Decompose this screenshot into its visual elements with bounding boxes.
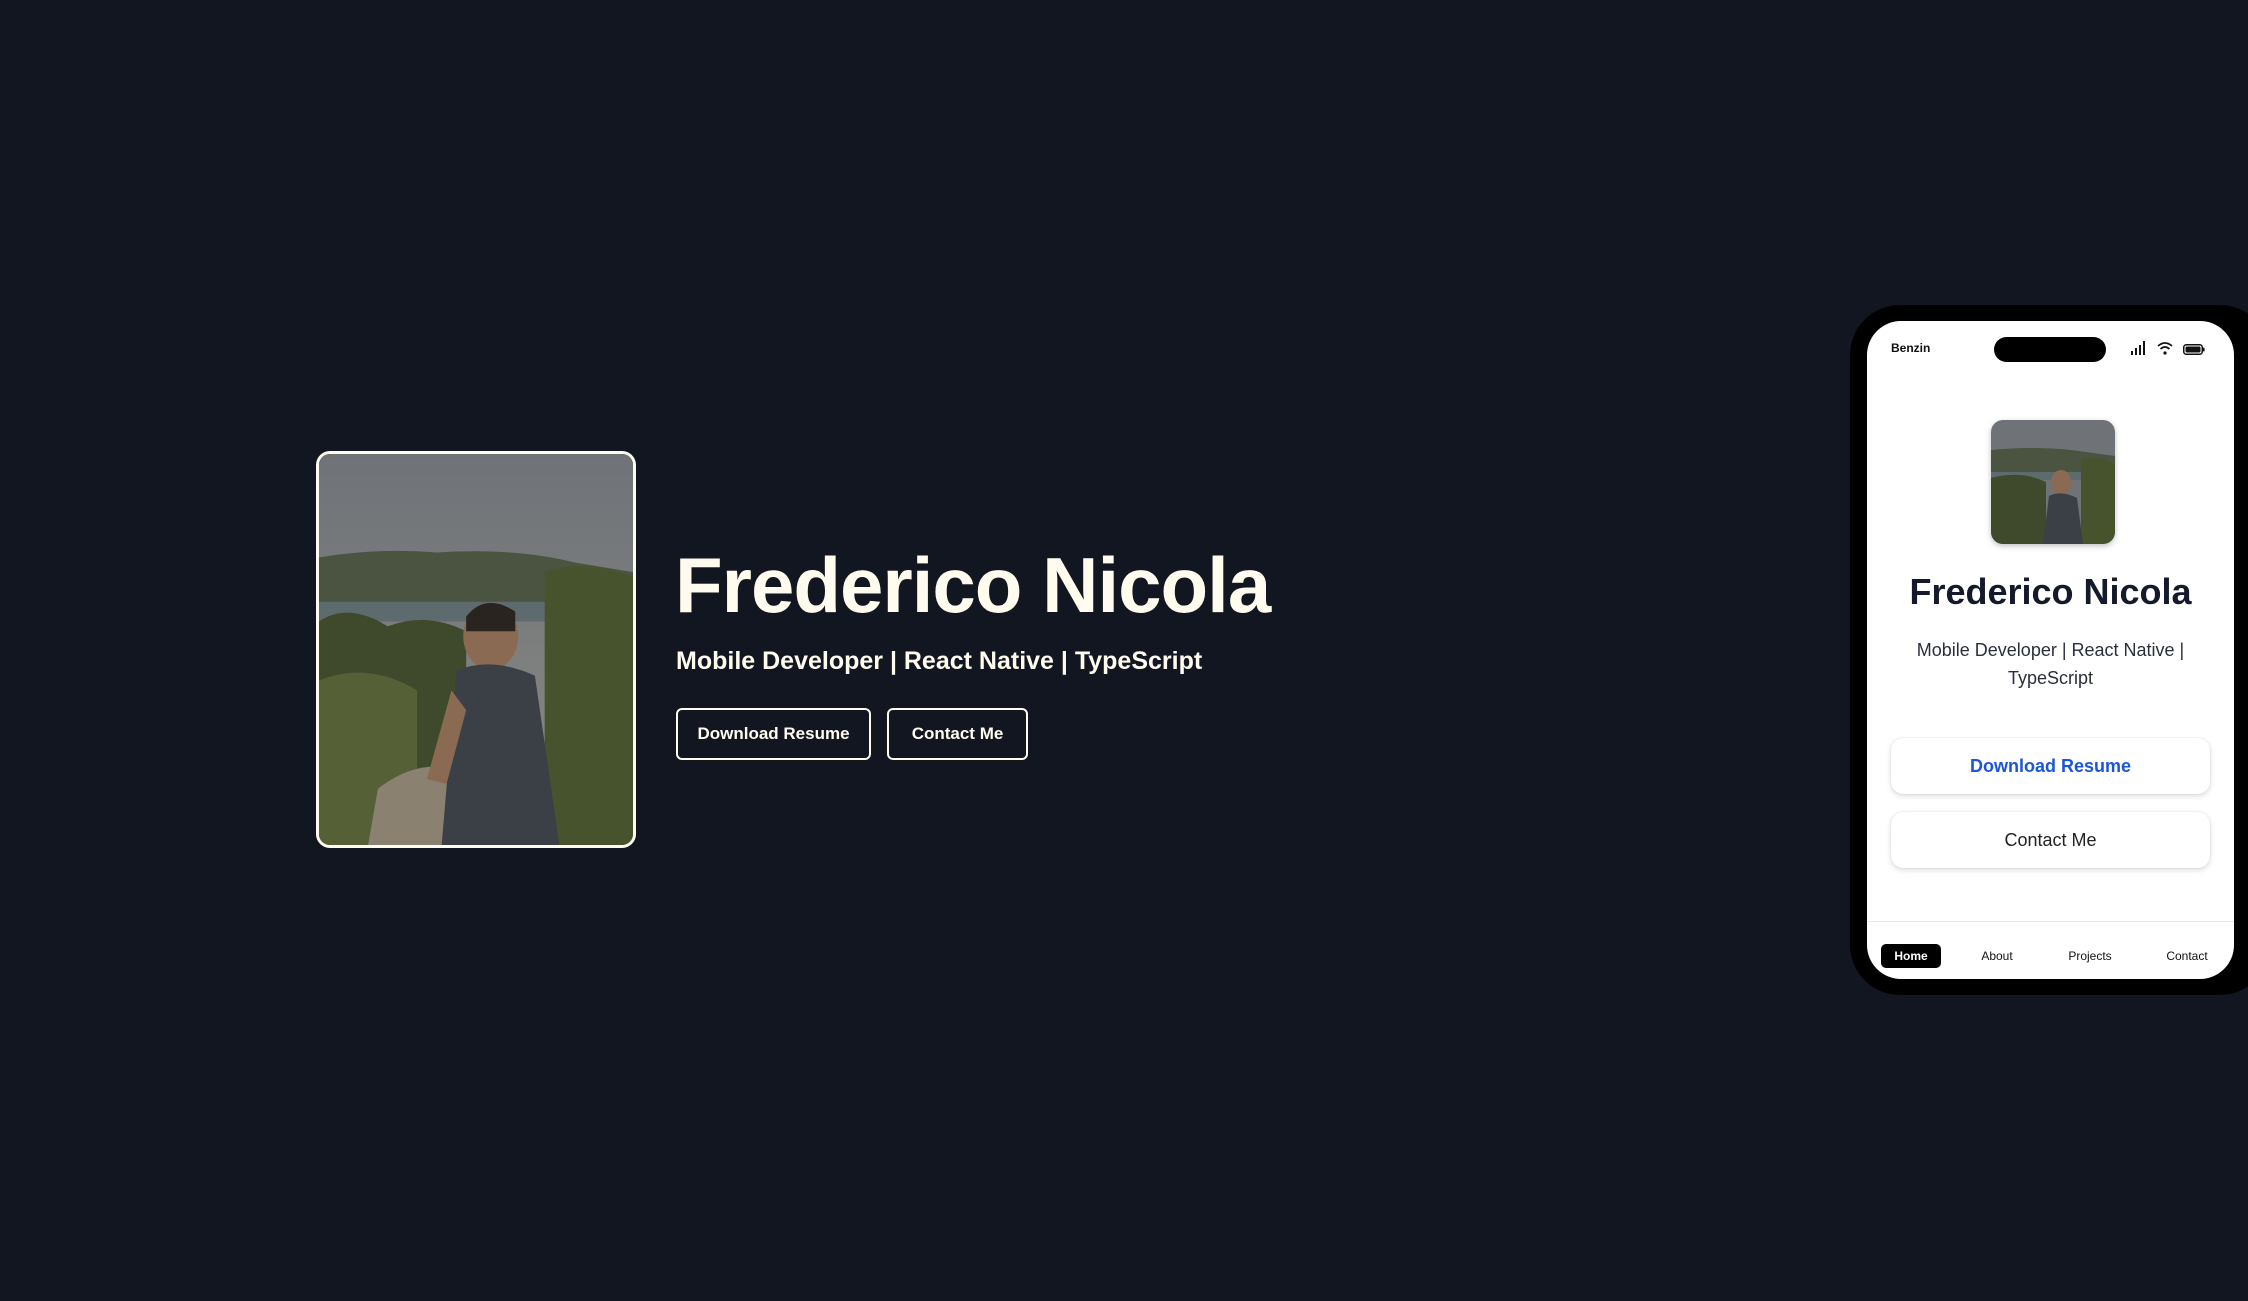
phone-mockup: Benzin Frederico Nicola Mobile Developer… xyxy=(1850,305,2248,995)
hero-subtitle: Mobile Developer | React Native | TypeSc… xyxy=(676,647,1203,675)
wifi-icon xyxy=(2157,341,2173,360)
mobile-profile-photo xyxy=(1991,420,2115,544)
hero-name: Frederico Nicola xyxy=(675,541,1271,629)
download-resume-button[interactable]: Download Resume xyxy=(676,708,871,760)
tab-home[interactable]: Home xyxy=(1881,944,1941,968)
mobile-download-resume-button[interactable]: Download Resume xyxy=(1891,738,2210,794)
mobile-subtitle: Mobile Developer | React Native | TypeSc… xyxy=(1916,640,2185,688)
mobile-contact-me-button[interactable]: Contact Me xyxy=(1891,812,2210,868)
mobile-name: Frederico Nicola xyxy=(1909,571,2192,612)
battery-icon xyxy=(2183,342,2205,360)
tab-contact[interactable]: Contact xyxy=(2157,944,2217,968)
phone-screen: Benzin Frederico Nicola Mobile Developer… xyxy=(1867,321,2234,979)
contact-me-button[interactable]: Contact Me xyxy=(887,708,1028,760)
tab-about[interactable]: About xyxy=(1967,944,2027,968)
status-carrier: Benzin xyxy=(1891,341,1931,355)
cellular-signal-icon xyxy=(2131,341,2147,360)
bottom-tab-bar: Home About Projects Contact xyxy=(1867,921,2234,979)
profile-photo xyxy=(316,451,636,848)
tab-projects[interactable]: Projects xyxy=(2059,944,2121,968)
status-icons xyxy=(2131,341,2205,360)
dynamic-island xyxy=(1994,337,2106,362)
